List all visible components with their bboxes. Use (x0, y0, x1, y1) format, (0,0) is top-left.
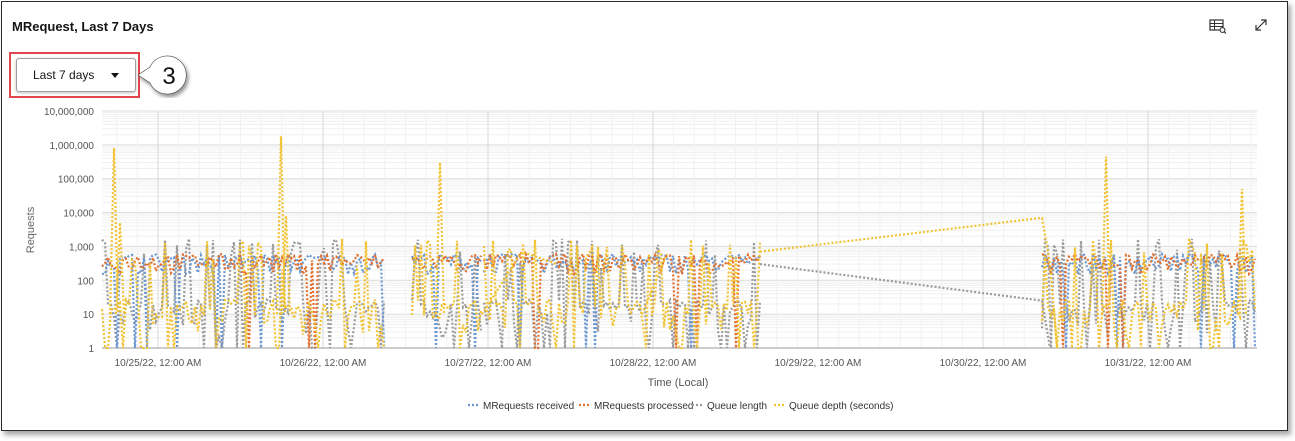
x-tick-label: 10/28/22, 12:00 AM (610, 358, 697, 369)
legend-label: Queue length (707, 401, 767, 412)
y-tick-label: 10,000,000 (44, 107, 94, 118)
chevron-down-icon (111, 73, 119, 78)
legend-label: MRequests processed (594, 401, 694, 412)
callout-badge: 3 (137, 55, 187, 95)
x-tick-label: 10/30/22, 12:00 AM (940, 358, 1027, 369)
time-range-dropdown[interactable]: Last 7 days (16, 58, 136, 92)
x-axis-ticks: 10/25/22, 12:00 AM 10/26/22, 12:00 AM 10/2… (115, 358, 1192, 369)
x-axis-label: Time (Local) (648, 377, 709, 389)
y-tick-label: 1 (88, 344, 94, 355)
chart-series (100, 136, 1257, 350)
y-tick-label: 100 (77, 276, 94, 287)
requests-chart: 1 10 100 1,000 10,000 100,000 1,000,000 10,000,… (25, 107, 1257, 412)
x-tick-label: 10/27/22, 12:00 AM (445, 358, 532, 369)
chart-legend: MRequests received MRequests processed Que… (468, 401, 894, 412)
y-tick-label: 10,000 (63, 209, 94, 220)
table-view-icon[interactable] (1208, 16, 1228, 36)
time-range-value: Last 7 days (33, 68, 95, 82)
y-axis-ticks: 1 10 100 1,000 10,000 100,000 1,000,000 10,000,… (44, 107, 95, 355)
legend-label: MRequests received (483, 401, 574, 412)
y-axis-label: Requests (25, 206, 37, 253)
expand-icon[interactable] (1251, 15, 1271, 35)
mrequest-panel: MRequest, Last 7 Days Last 7 days 3 1 10… (1, 1, 1288, 431)
x-tick-label: 10/26/22, 12:00 AM (280, 358, 367, 369)
x-tick-label: 10/31/22, 12:00 AM (1105, 358, 1192, 369)
panel-title: MRequest, Last 7 Days (12, 19, 154, 34)
callout-number: 3 (162, 63, 175, 90)
y-tick-label: 1,000 (69, 242, 94, 253)
x-tick-label: 10/29/22, 12:00 AM (775, 358, 862, 369)
legend-label: Queue depth (seconds) (789, 401, 894, 412)
gap-connector (759, 263, 1052, 349)
x-tick-label: 10/25/22, 12:00 AM (115, 358, 202, 369)
y-tick-label: 10 (83, 310, 95, 321)
y-tick-label: 100,000 (58, 175, 95, 186)
y-tick-label: 1,000,000 (50, 141, 95, 152)
